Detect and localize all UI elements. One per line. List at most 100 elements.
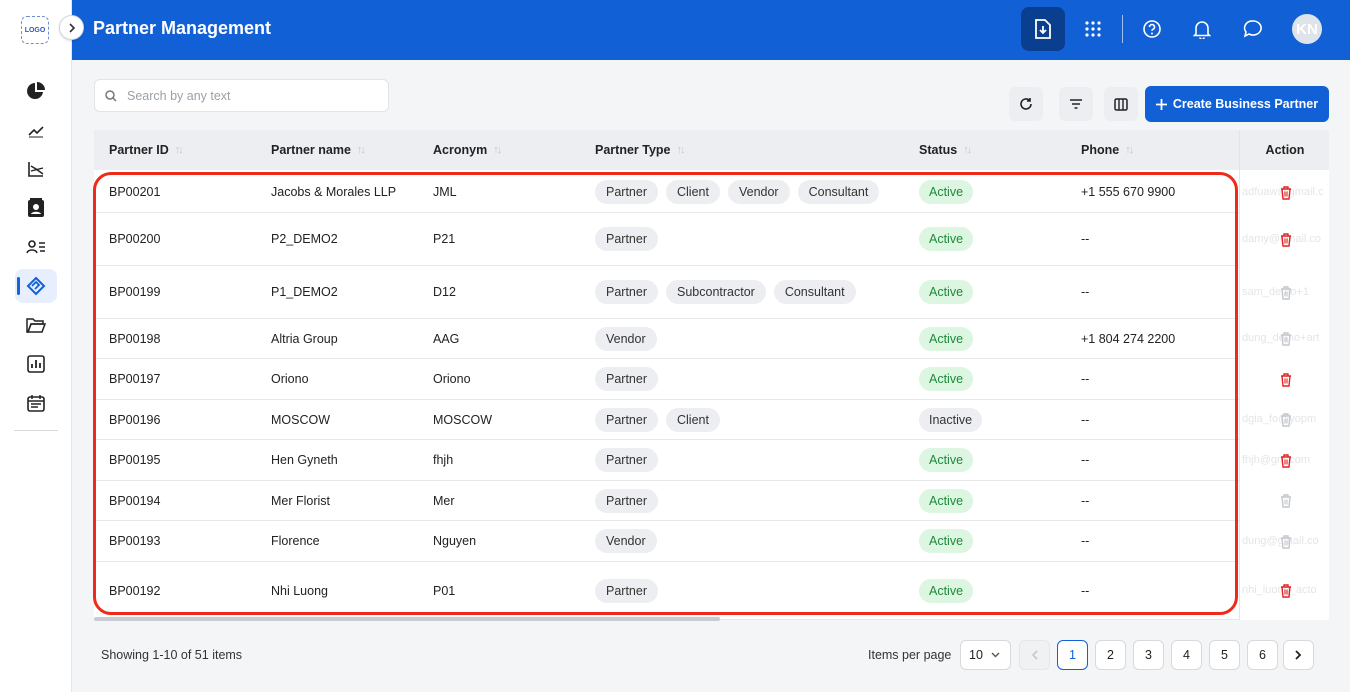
page-button[interactable]: 4 <box>1171 640 1202 670</box>
items-per-page-select[interactable]: 10 <box>960 640 1011 670</box>
delete-button[interactable] <box>1280 413 1292 432</box>
partner-type-tag: Client <box>666 407 720 432</box>
table-row[interactable]: BP00201 Jacobs & Morales LLP JML Partner Cli… <box>94 172 1329 213</box>
search-input[interactable] <box>127 88 367 103</box>
cell-acronym: fhjh <box>433 453 454 467</box>
page-button[interactable]: 2 <box>1095 640 1126 670</box>
col-header-status[interactable]: Status ↑↓ <box>919 143 972 157</box>
delete-button[interactable] <box>1280 453 1292 473</box>
items-per-page-value: 10 <box>969 648 983 662</box>
delete-button[interactable] <box>1280 494 1292 513</box>
cell-acronym: AAG <box>433 331 460 346</box>
cell-partner-id: BP00196 <box>109 412 161 427</box>
col-header-partner-type[interactable]: Partner Type ↑↓ <box>595 143 686 157</box>
search-icon <box>105 89 117 102</box>
col-header-partner-id[interactable]: Partner ID ↑↓ <box>109 143 184 157</box>
trash-icon <box>1281 185 1291 200</box>
sidebar-item-partners[interactable] <box>15 269 57 303</box>
delete-button[interactable] <box>1280 372 1292 392</box>
partner-type-tag: Vendor <box>595 326 657 351</box>
help-circle-icon <box>1143 20 1161 38</box>
col-header-label: Partner Type <box>595 143 671 157</box>
refresh-icon <box>1020 98 1032 110</box>
status-badge: Active <box>919 448 974 472</box>
col-header-phone[interactable]: Phone ↑↓ <box>1081 143 1134 157</box>
cell-partner-name: Nhi Luong <box>271 583 328 598</box>
sort-icon[interactable]: ↑↓ <box>1125 144 1134 156</box>
delete-button[interactable] <box>1280 534 1292 554</box>
sidebar-toggle-button[interactable] <box>59 15 84 40</box>
sort-icon[interactable]: ↑↓ <box>357 144 366 156</box>
action-column: Action adfuaw@gmail.c damy@gmail.co sam_de… <box>1239 130 1329 620</box>
trash-icon <box>1281 285 1291 300</box>
status-badge: Active <box>919 367 974 391</box>
sort-icon[interactable]: ↑↓ <box>963 144 972 156</box>
page-button[interactable]: 1 <box>1057 640 1088 670</box>
delete-button[interactable] <box>1280 285 1292 305</box>
trash-icon <box>1281 534 1291 549</box>
delete-button[interactable] <box>1280 584 1292 603</box>
horizontal-scrollbar[interactable] <box>94 617 720 621</box>
notifications-button[interactable] <box>1180 7 1224 51</box>
col-header-partner-name[interactable]: Partner name ↑↓ <box>271 143 366 157</box>
partner-type-tag: Consultant <box>797 180 880 204</box>
table-row[interactable]: BP00198 Altria Group AAG Vendor Active +1 804… <box>94 319 1329 359</box>
delete-button[interactable] <box>1280 332 1292 351</box>
top-header: Partner Management KN <box>72 0 1350 60</box>
prev-page-button[interactable] <box>1019 640 1050 670</box>
sort-icon[interactable]: ↑↓ <box>175 144 184 156</box>
chevron-left-icon <box>1031 650 1038 660</box>
page-button[interactable]: 5 <box>1209 640 1240 670</box>
cell-acronym: JML <box>433 185 457 199</box>
status-badge: Active <box>919 227 974 251</box>
items-per-page-label: Items per page <box>868 648 952 662</box>
col-header-acronym[interactable]: Acronym ↑↓ <box>433 143 502 157</box>
sidebar-item-reports[interactable] <box>15 152 57 186</box>
export-button[interactable] <box>1021 7 1065 51</box>
sidebar-item-users[interactable] <box>15 230 57 264</box>
messages-button[interactable] <box>1231 7 1275 51</box>
sidebar-item-analytics[interactable] <box>15 113 57 147</box>
table-row[interactable]: BP00194 Mer Florist Mer Partner Active -- <box>94 481 1329 521</box>
table-row[interactable]: BP00193 Florence Nguyen Vendor Active -- <box>94 521 1329 562</box>
sidebar-item-folders[interactable] <box>15 308 57 342</box>
help-button[interactable] <box>1130 7 1174 51</box>
cell-acronym: Oriono <box>433 372 471 386</box>
sidebar-item-contacts[interactable] <box>15 191 57 225</box>
cell-partner-name: Oriono <box>271 372 309 386</box>
delete-button[interactable] <box>1280 185 1292 205</box>
partner-type-tags: Vendor <box>595 326 657 351</box>
trash-icon <box>1281 413 1291 427</box>
sort-icon[interactable]: ↑↓ <box>493 144 502 156</box>
page-button[interactable]: 6 <box>1247 640 1278 670</box>
file-download-icon <box>1035 19 1051 39</box>
refresh-button[interactable] <box>1009 87 1043 121</box>
table-row[interactable]: BP00196 MOSCOW MOSCOW Partner Client Inactive… <box>94 400 1329 440</box>
sidebar-item-calendar[interactable] <box>15 386 57 420</box>
avatar[interactable]: KN <box>1292 14 1322 44</box>
cell-partner-name: P1_DEMO2 <box>271 285 338 299</box>
delete-button[interactable] <box>1280 232 1292 252</box>
search-box[interactable] <box>94 79 389 112</box>
table-row[interactable]: BP00199 P1_DEMO2 D12 Partner Subcontractor Co… <box>94 266 1329 319</box>
sidebar-item-dashboard[interactable] <box>15 74 57 108</box>
status-badge: Active <box>919 280 974 304</box>
cell-partner-name: Jacobs & Morales LLP <box>271 185 397 199</box>
next-page-button[interactable] <box>1283 640 1314 670</box>
cell-acronym: Nguyen <box>433 534 477 548</box>
table-header: Partner ID ↑↓ Partner name ↑↓ Acronym ↑↓ Pa… <box>94 130 1329 170</box>
cell-phone: -- <box>1081 285 1090 299</box>
cell-partner-id: BP00193 <box>109 534 161 548</box>
table-row[interactable]: BP00197 Oriono Oriono Partner Active -- <box>94 359 1329 400</box>
sidebar-item-statistics[interactable] <box>15 347 57 381</box>
table-row[interactable]: BP00200 P2_DEMO2 P21 Partner Active -- <box>94 213 1329 266</box>
create-business-partner-button[interactable]: Create Business Partner <box>1145 86 1329 122</box>
table-row[interactable]: BP00195 Hen Gyneth fhjh Partner Active -- <box>94 440 1329 481</box>
partner-type-tags: Vendor <box>595 529 657 553</box>
columns-button[interactable] <box>1104 87 1138 121</box>
filter-button[interactable] <box>1059 87 1093 121</box>
page-button[interactable]: 3 <box>1133 640 1164 670</box>
sort-icon[interactable]: ↑↓ <box>677 144 686 156</box>
apps-button[interactable] <box>1071 7 1115 51</box>
table-row[interactable]: BP00192 Nhi Luong P01 Partner Active -- <box>94 562 1329 620</box>
